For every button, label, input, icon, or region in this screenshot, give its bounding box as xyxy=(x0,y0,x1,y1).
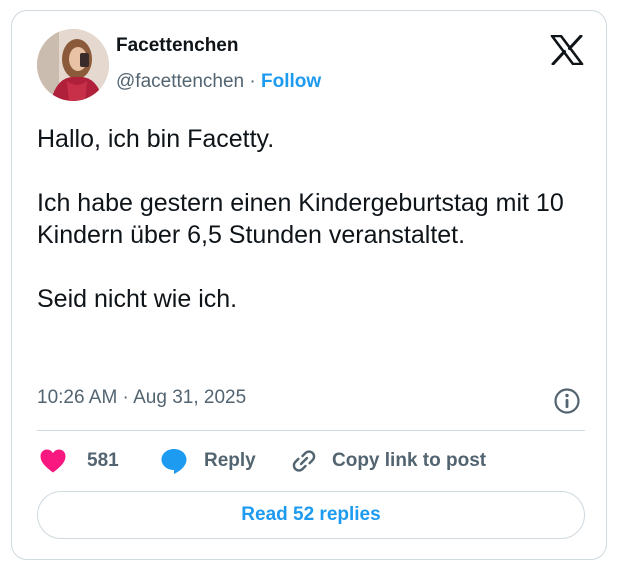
likes-count: 581 xyxy=(87,450,119,471)
reply-label: Reply xyxy=(204,450,256,471)
avatar-photo xyxy=(37,29,109,101)
tweet-timestamp[interactable]: 10:26 AM · Aug 31, 2025 xyxy=(37,387,246,409)
copy-link-label: Copy link to post xyxy=(332,450,487,471)
read-replies-button[interactable]: Read 52 replies xyxy=(37,491,585,539)
speech-bubble-icon xyxy=(161,449,187,474)
x-logo-icon[interactable] xyxy=(550,35,584,65)
copy-link-button[interactable]: Copy link to post xyxy=(290,445,486,477)
author-handle[interactable]: @facettenchen xyxy=(116,71,244,92)
divider xyxy=(37,430,585,431)
author-name[interactable]: Facettenchen xyxy=(116,35,238,57)
tweet-card: Facettenchen @facettenchen · Follow Hall… xyxy=(11,10,607,560)
link-icon xyxy=(292,450,316,472)
read-replies-label: Read 52 replies xyxy=(241,504,381,525)
avatar[interactable] xyxy=(37,29,109,101)
reply-button[interactable]: Reply xyxy=(160,445,256,477)
separator-dot: · xyxy=(249,71,256,92)
like-button[interactable]: 581 xyxy=(39,445,119,477)
heart-icon xyxy=(40,449,66,473)
info-icon[interactable] xyxy=(553,387,581,415)
author-meta: @facettenchen · Follow xyxy=(116,71,321,93)
follow-button[interactable]: Follow xyxy=(261,71,321,92)
tweet-text: Hallo, ich bin Facetty. Ich habe gestern… xyxy=(37,125,564,313)
